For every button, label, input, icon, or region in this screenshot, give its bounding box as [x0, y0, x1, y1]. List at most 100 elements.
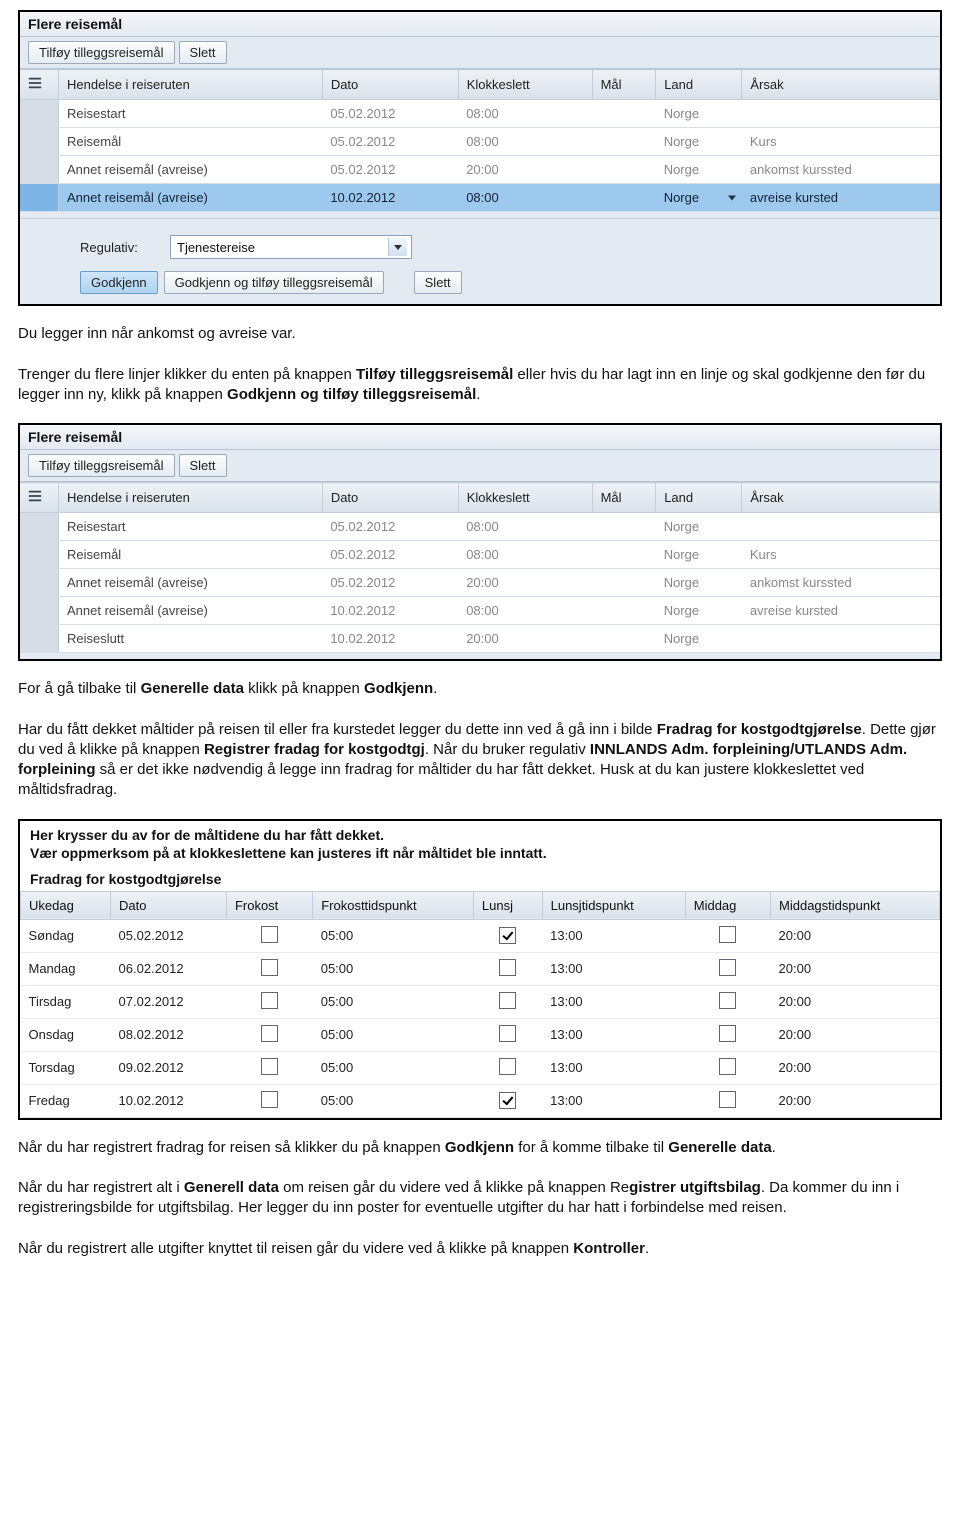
checkbox[interactable]	[499, 1092, 516, 1109]
cell-mal[interactable]	[592, 513, 656, 541]
cell-frokosttid[interactable]: 05:00	[313, 919, 474, 952]
cell-arsak[interactable]: ankomst kurssted	[742, 569, 940, 597]
checkbox[interactable]	[499, 1058, 516, 1075]
checkbox[interactable]	[719, 959, 736, 976]
checkbox[interactable]	[261, 959, 278, 976]
cell-lunsjtid[interactable]: 13:00	[542, 1051, 685, 1084]
cell-land[interactable]: Norge	[656, 513, 742, 541]
checkbox[interactable]	[261, 1025, 278, 1042]
cell-mal[interactable]	[592, 597, 656, 625]
cell-lunsjtid[interactable]: 13:00	[542, 1084, 685, 1117]
cell-lunsjtid[interactable]: 13:00	[542, 919, 685, 952]
cell-land[interactable]: Norge	[656, 569, 742, 597]
cell-klokkeslett[interactable]: 20:00	[458, 569, 592, 597]
col-arsak[interactable]: Årsak	[742, 483, 940, 513]
cell-lunsj[interactable]	[473, 1018, 542, 1051]
col-klokkeslett[interactable]: Klokkeslett	[458, 70, 592, 100]
cell-klokkeslett[interactable]: 08:00	[458, 184, 592, 212]
table-row[interactable]: Mandag 06.02.2012 05:00 13:00 20:00	[21, 952, 940, 985]
cell-land[interactable]: Norge	[656, 541, 742, 569]
checkbox[interactable]	[261, 1091, 278, 1108]
cell-hendelse[interactable]: Reisestart	[59, 100, 323, 128]
table-row[interactable]: Reisemål 05.02.2012 08:00 Norge Kurs	[20, 541, 940, 569]
checkbox[interactable]	[719, 1091, 736, 1108]
cell-arsak[interactable]: avreise kursted	[742, 597, 940, 625]
cell-lunsj[interactable]	[473, 952, 542, 985]
cell-middagstid[interactable]: 20:00	[771, 1084, 940, 1117]
cell-frokosttid[interactable]: 05:00	[313, 1018, 474, 1051]
cell-dato[interactable]: 05.02.2012	[322, 100, 458, 128]
cell-dato[interactable]: 05.02.2012	[322, 569, 458, 597]
cell-land[interactable]: Norge	[656, 156, 742, 184]
table-row[interactable]: Reisestart 05.02.2012 08:00 Norge	[20, 100, 940, 128]
table-row[interactable]: Annet reisemål (avreise) 10.02.2012 08:0…	[20, 184, 940, 212]
col-dato[interactable]: Dato	[111, 891, 227, 919]
row-handle[interactable]	[20, 569, 59, 597]
checkbox[interactable]	[499, 1025, 516, 1042]
checkbox[interactable]	[719, 992, 736, 1009]
cell-arsak[interactable]: avreise kursted	[742, 184, 940, 212]
row-handle[interactable]	[20, 597, 59, 625]
cell-middag[interactable]	[685, 952, 770, 985]
col-frokost[interactable]: Frokost	[226, 891, 312, 919]
col-middag[interactable]: Middag	[685, 891, 770, 919]
row-handle[interactable]	[20, 156, 59, 184]
cell-mal[interactable]	[592, 156, 656, 184]
cell-land[interactable]: Norge	[656, 625, 742, 653]
table-row[interactable]: Onsdag 08.02.2012 05:00 13:00 20:00	[21, 1018, 940, 1051]
cell-dato[interactable]: 05.02.2012	[322, 128, 458, 156]
col-land[interactable]: Land	[656, 70, 742, 100]
cell-mal[interactable]	[592, 569, 656, 597]
cell-frokost[interactable]	[226, 1084, 312, 1117]
col-frokosttid[interactable]: Frokosttidspunkt	[313, 891, 474, 919]
cell-middag[interactable]	[685, 1084, 770, 1117]
delete-button[interactable]: Slett	[179, 41, 227, 64]
col-lunsjtid[interactable]: Lunsjtidspunkt	[542, 891, 685, 919]
table-row[interactable]: Søndag 05.02.2012 05:00 13:00 20:00	[21, 919, 940, 952]
cell-klokkeslett[interactable]: 20:00	[458, 625, 592, 653]
col-mal[interactable]: Mål	[592, 70, 656, 100]
row-selector-header[interactable]	[20, 483, 59, 513]
row-handle[interactable]	[20, 625, 59, 653]
cell-middag[interactable]	[685, 1018, 770, 1051]
cell-frokost[interactable]	[226, 919, 312, 952]
row-handle[interactable]	[20, 541, 59, 569]
add-destination-button[interactable]: Tilføy tilleggsreisemål	[28, 454, 175, 477]
cell-land[interactable]: Norge	[656, 184, 742, 212]
cell-middag[interactable]	[685, 985, 770, 1018]
row-handle[interactable]	[20, 100, 59, 128]
cell-frokost[interactable]	[226, 952, 312, 985]
cell-mal[interactable]	[592, 625, 656, 653]
table-row[interactable]: Reisemål 05.02.2012 08:00 Norge Kurs	[20, 128, 940, 156]
checkbox[interactable]	[719, 926, 736, 943]
cell-dato[interactable]: 05.02.2012	[322, 156, 458, 184]
table-row[interactable]: Reiseslutt 10.02.2012 20:00 Norge	[20, 625, 940, 653]
table-row[interactable]: Reisestart 05.02.2012 08:00 Norge	[20, 513, 940, 541]
table-row[interactable]: Fredag 10.02.2012 05:00 13:00 20:00	[21, 1084, 940, 1117]
table-row[interactable]: Annet reisemål (avreise) 05.02.2012 20:0…	[20, 569, 940, 597]
cell-hendelse[interactable]: Annet reisemål (avreise)	[59, 569, 323, 597]
cell-klokkeslett[interactable]: 08:00	[458, 597, 592, 625]
godkjenn-button[interactable]: Godkjenn	[80, 271, 158, 294]
cell-arsak[interactable]	[742, 625, 940, 653]
cell-frokosttid[interactable]: 05:00	[313, 952, 474, 985]
cell-middagstid[interactable]: 20:00	[771, 919, 940, 952]
cell-dato[interactable]: 10.02.2012	[322, 625, 458, 653]
cell-arsak[interactable]: ankomst kurssted	[742, 156, 940, 184]
cell-klokkeslett[interactable]: 08:00	[458, 541, 592, 569]
col-middagstid[interactable]: Middagstidspunkt	[771, 891, 940, 919]
cell-hendelse[interactable]: Annet reisemål (avreise)	[59, 156, 323, 184]
col-dato[interactable]: Dato	[322, 70, 458, 100]
regulativ-select[interactable]: Tjenestereise	[170, 235, 412, 259]
cell-dato[interactable]: 05.02.2012	[322, 541, 458, 569]
cell-klokkeslett[interactable]: 08:00	[458, 128, 592, 156]
table-row[interactable]: Torsdag 09.02.2012 05:00 13:00 20:00	[21, 1051, 940, 1084]
cell-mal[interactable]	[592, 128, 656, 156]
cell-land[interactable]: Norge	[656, 100, 742, 128]
add-destination-button[interactable]: Tilføy tilleggsreisemål	[28, 41, 175, 64]
cell-middagstid[interactable]: 20:00	[771, 1051, 940, 1084]
col-hendelse[interactable]: Hendelse i reiseruten	[59, 70, 323, 100]
col-arsak[interactable]: Årsak	[742, 70, 940, 100]
delete-button[interactable]: Slett	[179, 454, 227, 477]
cell-lunsjtid[interactable]: 13:00	[542, 985, 685, 1018]
